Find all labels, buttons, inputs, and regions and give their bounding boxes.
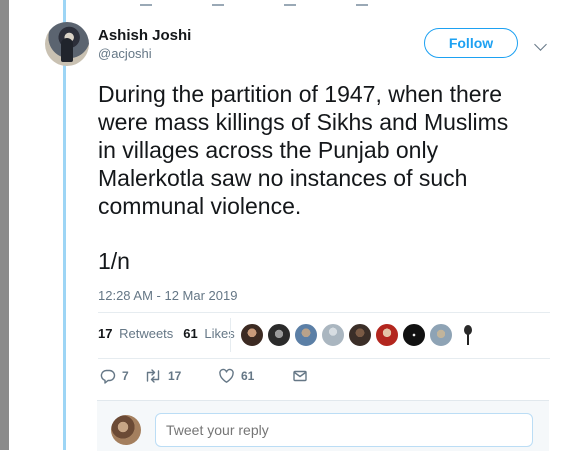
reply-icon <box>100 369 116 384</box>
follow-button[interactable]: Follow <box>424 28 518 58</box>
retweet-action[interactable]: 17 <box>144 368 218 384</box>
envelope-icon <box>293 370 307 382</box>
liker-avatar[interactable] <box>294 323 318 347</box>
author-avatar[interactable] <box>45 22 89 66</box>
tree-icon <box>464 325 472 345</box>
reply-composer <box>97 400 549 451</box>
author-handle[interactable]: @acjoshi <box>98 46 152 61</box>
retweet-count: 17 <box>168 369 182 383</box>
retweets-stat[interactable]: 17 Retweets <box>98 326 173 341</box>
liker-avatar[interactable] <box>375 323 399 347</box>
heart-icon <box>219 368 234 383</box>
retweets-label: Retweets <box>119 326 174 341</box>
cutoff-retweet-icon <box>212 0 224 6</box>
divider <box>98 358 550 359</box>
cutoff-like-icon <box>284 0 296 6</box>
reply-action[interactable]: 7 <box>100 368 144 384</box>
reply-count: 7 <box>122 369 129 383</box>
direct-message-action[interactable] <box>292 368 308 384</box>
liker-avatar[interactable] <box>402 323 426 347</box>
tweet-actions: 7 17 61 <box>100 368 308 384</box>
likes-stat[interactable]: 61 Likes <box>183 326 234 341</box>
liker-avatar[interactable] <box>240 323 264 347</box>
tweet-timestamp[interactable]: 12:28 AM - 12 Mar 2019 <box>98 288 237 303</box>
reply-input[interactable] <box>155 413 533 447</box>
previous-tweet-actions-cutoff <box>140 0 368 6</box>
liker-avatar[interactable] <box>348 323 372 347</box>
window-edge <box>0 0 9 450</box>
like-action[interactable]: 61 <box>218 368 292 384</box>
liker-avatar[interactable] <box>267 323 291 347</box>
tweet-stats: 17 Retweets 61 Likes <box>98 326 245 341</box>
current-user-avatar <box>111 415 141 445</box>
chevron-down-icon[interactable] <box>534 38 547 51</box>
liker-avatars <box>240 323 480 347</box>
liker-avatar[interactable] <box>321 323 345 347</box>
thread-marker: 1/n <box>98 248 130 274</box>
cutoff-message-icon <box>356 0 368 6</box>
author-name[interactable]: Ashish Joshi <box>98 27 191 44</box>
divider <box>98 312 550 313</box>
thread-connector-line <box>63 0 66 450</box>
retweets-count: 17 <box>98 326 113 341</box>
stats-separator <box>230 318 231 352</box>
liker-avatar[interactable] <box>456 323 480 347</box>
liker-avatar[interactable] <box>429 323 453 347</box>
like-count: 61 <box>241 369 255 383</box>
cutoff-reply-icon <box>140 0 152 6</box>
likes-count: 61 <box>183 326 198 341</box>
retweet-icon <box>146 369 160 383</box>
tweet-text: During the partition of 1947, when there… <box>98 81 509 219</box>
